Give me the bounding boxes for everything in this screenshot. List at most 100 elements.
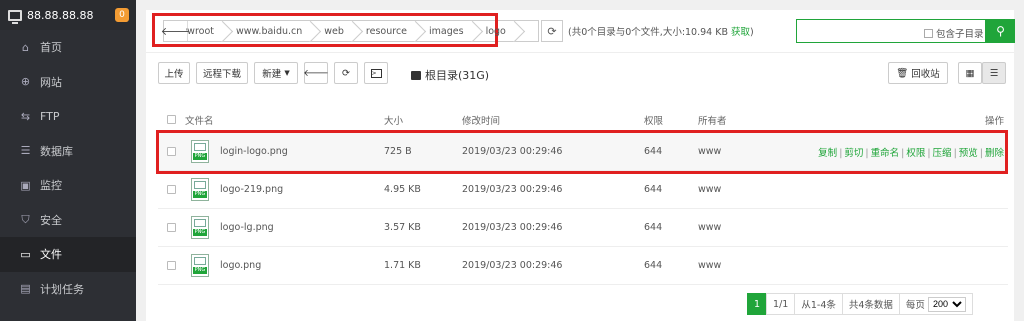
refresh-button[interactable]: ⟳ — [334, 62, 358, 84]
file-mtime: 2019/03/23 00:29:46 — [462, 222, 563, 233]
row-actions: 复制 | 剪切 | 重命名 | 权限 | 压缩 | 预览 | 删除 — [818, 145, 1004, 159]
action-link[interactable]: 剪切 — [844, 148, 863, 159]
header-name[interactable]: 文件名 — [185, 113, 214, 127]
action-link[interactable]: 权限 — [906, 148, 925, 159]
server-header[interactable]: 88.88.88.88 0 — [0, 0, 136, 30]
row-checkbox[interactable] — [167, 223, 176, 232]
file-size: 725 B — [384, 146, 412, 157]
search-button[interactable]: ⚲ — [986, 19, 1015, 43]
page-count: 1/1 — [766, 293, 796, 315]
action-separator: | — [927, 147, 931, 159]
list-view-button[interactable]: ☰ — [982, 62, 1006, 84]
path-breadcrumb[interactable]: 🡐 wwwroot www.baidu.cn web resource images lo… — [161, 20, 539, 42]
grid-view-button[interactable]: ▦ — [958, 62, 982, 84]
table-row[interactable]: PNG login-logo.png 725 B 2019/03/23 00:29:4… — [156, 130, 1008, 174]
terminal-button[interactable]: > — [364, 62, 388, 84]
image-icon — [194, 181, 206, 189]
calendar-icon: ▤ — [20, 282, 31, 296]
header-size[interactable]: 大小 — [384, 113, 403, 127]
path-bar: 🡐 wwwroot www.baidu.cn web resource images lo… — [146, 10, 1015, 52]
action-separator: | — [953, 147, 957, 159]
disk-icon — [411, 70, 421, 80]
table-row[interactable]: PNG logo.png 1.71 KB 2019/03/23 00:29:46 644… — [158, 247, 1008, 285]
back-arrow-icon[interactable]: 🡐 — [161, 21, 190, 41]
sidebar-item-label: 安全 — [40, 213, 62, 227]
dir-summary: (共0个目录与0个文件,大小:10.94 KB 获取) — [568, 27, 754, 38]
file-mtime: 2019/03/23 00:29:46 — [462, 260, 563, 271]
checkbox-icon — [924, 28, 933, 38]
sidebar-item-5[interactable]: ⛉ 安全 — [0, 203, 136, 238]
table-row[interactable]: PNG logo-lg.png 3.57 KB 2019/03/23 00:29:46… — [158, 209, 1008, 247]
home-icon: ⌂ — [22, 40, 29, 54]
png-file-icon: PNG — [191, 140, 209, 163]
list-icon: ☰ — [989, 67, 999, 79]
sidebar-item-label: FTP — [40, 109, 60, 123]
action-link[interactable]: 预览 — [959, 148, 978, 159]
file-owner: www — [698, 184, 722, 195]
caret-down-icon: ▼ — [284, 69, 290, 77]
file-name[interactable]: logo-lg.png — [220, 222, 274, 233]
sidebar: 88.88.88.88 0 ⌂ 首页 ⊕ 网站 ⇆ FTP ☰ 数据库 ▣ 监控 ⛉ 安全 ▭ 文件 ▤ 计划… — [0, 0, 136, 321]
image-icon — [194, 257, 206, 265]
file-owner: www — [698, 146, 722, 157]
breadcrumb-item[interactable]: wwwroot — [186, 21, 224, 41]
include-subdir-checkbox[interactable]: 包含子目录 — [924, 26, 984, 40]
file-perm[interactable]: 644 — [644, 146, 662, 157]
png-file-icon: PNG — [191, 216, 209, 239]
sidebar-item-2[interactable]: ⇆ FTP — [0, 99, 136, 134]
file-mtime: 2019/03/23 00:29:46 — [462, 184, 563, 195]
file-owner: www — [698, 260, 722, 271]
folder-icon: ▭ — [20, 247, 31, 261]
new-dropdown-button[interactable]: 新建 ▼ — [254, 62, 298, 84]
search-input[interactable]: 包含子目录 — [796, 19, 986, 43]
sidebar-item-label: 首页 — [40, 41, 62, 55]
sidebar-item-3[interactable]: ☰ 数据库 — [0, 134, 136, 169]
remote-download-button[interactable]: 远程下载 — [196, 62, 248, 84]
sidebar-item-7[interactable]: ▤ 计划任务 — [0, 272, 136, 307]
main-content: 🡐 wwwroot www.baidu.cn web resource images lo… — [136, 0, 1024, 321]
row-checkbox[interactable] — [167, 185, 176, 194]
get-size-link[interactable]: 获取 — [731, 27, 750, 38]
row-checkbox[interactable] — [167, 261, 176, 270]
header-time[interactable]: 修改时间 — [462, 113, 500, 127]
select-all-checkbox[interactable] — [167, 115, 176, 124]
search-icon: ⚲ — [996, 24, 1005, 38]
page-current[interactable]: 1 — [747, 293, 768, 315]
notification-badge[interactable]: 0 — [115, 8, 129, 22]
sidebar-item-6[interactable]: ▭ 文件 — [0, 237, 136, 272]
grid-icon: ▦ — [965, 67, 975, 79]
sidebar-item-label: 网站 — [40, 75, 62, 89]
file-name[interactable]: logo.png — [220, 260, 261, 271]
file-perm[interactable]: 644 — [644, 260, 662, 271]
root-dir-button[interactable]: 根目录(31G) — [411, 67, 489, 83]
file-perm[interactable]: 644 — [644, 222, 662, 233]
per-page: 每页 200 — [898, 293, 973, 315]
table-header: 文件名 大小 修改时间 权限 所有者 操作 — [158, 107, 1008, 133]
row-checkbox[interactable] — [167, 147, 176, 156]
action-link[interactable]: 删除 — [985, 148, 1004, 159]
upload-button[interactable]: 上传 — [158, 62, 190, 84]
recycle-bin-button[interactable]: 🗑 回收站 — [888, 62, 948, 84]
sidebar-item-0[interactable]: ⌂ 首页 — [0, 30, 136, 65]
table-row[interactable]: PNG logo-219.png 4.95 KB 2019/03/23 00:29:4… — [158, 171, 1008, 209]
file-perm[interactable]: 644 — [644, 184, 662, 195]
action-separator: | — [979, 147, 983, 159]
file-name[interactable]: login-logo.png — [220, 146, 288, 157]
file-name[interactable]: logo-219.png — [220, 184, 283, 195]
breadcrumb-label: www.baidu.cn — [236, 25, 303, 37]
refresh-icon: ⟳ — [342, 67, 350, 79]
sidebar-item-1[interactable]: ⊕ 网站 — [0, 65, 136, 100]
action-link[interactable]: 压缩 — [933, 148, 952, 159]
action-link[interactable]: 复制 — [818, 148, 837, 159]
header-op: 操作 — [984, 115, 1004, 127]
back-button[interactable]: 🡐 — [303, 62, 329, 84]
back-arrow-icon: 🡐 — [303, 67, 329, 79]
refresh-path-button[interactable]: ⟳ — [541, 20, 563, 42]
action-link[interactable]: 重命名 — [871, 148, 900, 159]
sidebar-item-4[interactable]: ▣ 监控 — [0, 168, 136, 203]
image-icon — [194, 219, 206, 227]
breadcrumb-item[interactable]: www.baidu.cn — [224, 21, 312, 41]
server-ip: 88.88.88.88 — [27, 8, 94, 22]
terminal-icon: > — [370, 68, 382, 78]
per-page-select[interactable]: 200 — [927, 296, 966, 312]
